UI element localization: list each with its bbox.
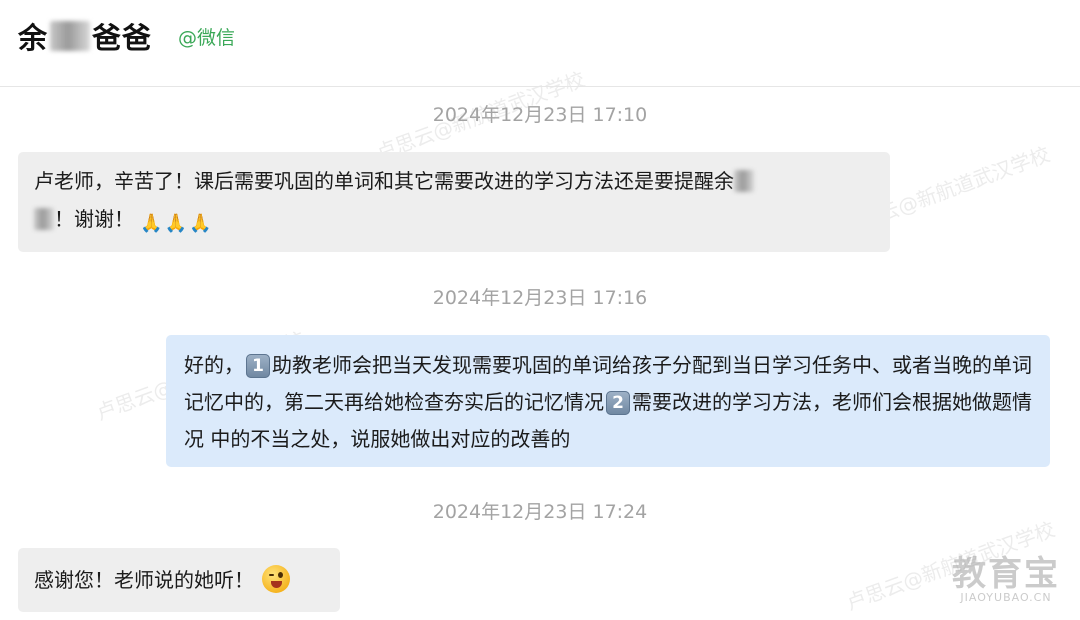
message-text: 卢老师，辛苦了！课后需要巩固的单词和其它需要改进的学习方法还是要提醒余: [34, 169, 734, 193]
message-bubble-outgoing[interactable]: 好的， 1 助教老师会把当天发现需要巩固的单词给孩子分配到当日学习任务中、或者当晚的…: [166, 335, 1050, 467]
keycap-one-icon: 1: [246, 354, 270, 378]
contact-name-suffix: 爸爸: [92, 21, 153, 55]
message-text-line: ！谢谢！ 🙏 🙏 🙏: [34, 200, 874, 243]
logo-text: 教育宝: [952, 554, 1060, 594]
wechat-source-tag: @微信: [178, 27, 236, 49]
message-bubble-incoming[interactable]: 感谢您！老师说的她听！: [18, 548, 340, 612]
winking-face-emoji-icon: [262, 565, 290, 593]
folded-hands-icon: 🙏: [164, 213, 188, 234]
message-bubble-incoming[interactable]: 卢老师，辛苦了！课后需要巩固的单词和其它需要改进的学习方法还是要提醒余 ！谢谢！…: [18, 152, 890, 252]
message-text: 好的，: [184, 353, 244, 377]
message-text-line: 卢老师，辛苦了！课后需要巩固的单词和其它需要改进的学习方法还是要提醒余: [34, 162, 874, 200]
message-timestamp: 2024年12月23日 17:16: [432, 287, 648, 309]
message-text: 感谢您！老师说的她听！: [34, 568, 254, 592]
contact-name-prefix: 余: [18, 21, 49, 55]
message-timestamp: 2024年12月23日 17:10: [432, 104, 648, 126]
message-timestamp: 2024年12月23日 17:24: [432, 501, 648, 523]
chat-header: 余 爸爸 @微信: [0, 0, 1080, 87]
redacted-name: [34, 208, 54, 230]
redacted-name: [734, 170, 754, 192]
message-text: ！谢谢！: [54, 207, 134, 231]
folded-hands-icon: 🙏: [189, 213, 212, 234]
site-logo: 教育宝 JIAOYUBAO.CN: [952, 546, 1060, 604]
keycap-two-icon: 2: [606, 391, 630, 415]
folded-hands-icon: 🙏: [140, 213, 163, 234]
logo-subtext: JIAOYUBAO.CN: [960, 591, 1052, 604]
redacted-name: [50, 21, 91, 51]
folded-hands-emoji-group: 🙏 🙏 🙏: [140, 203, 213, 243]
contact-name[interactable]: 余 爸爸: [18, 15, 152, 57]
